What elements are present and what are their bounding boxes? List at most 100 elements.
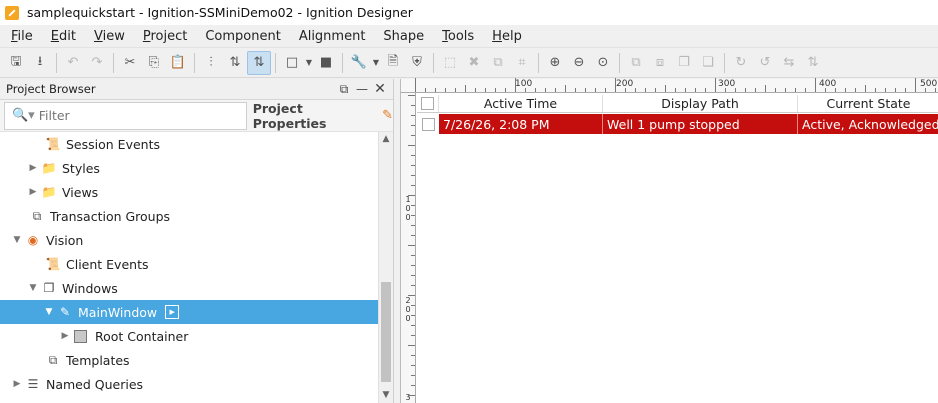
tree-item-label: Named Queries (46, 376, 144, 392)
menu-file[interactable]: File (2, 29, 42, 44)
menu-view-label: iew (102, 28, 125, 44)
document-icon[interactable]: 🗎 (381, 51, 405, 75)
row-checkbox[interactable] (421, 117, 435, 131)
chevron-down-icon[interactable]: ▼ (26, 283, 40, 293)
menu-component[interactable]: Component (196, 29, 289, 44)
filter-input[interactable] (38, 108, 239, 123)
ruler-tick (595, 88, 596, 92)
column-header[interactable]: Display Path (603, 95, 798, 112)
scroll-thumb[interactable] (381, 282, 391, 382)
ruler-tick (845, 88, 846, 92)
flip-vertical-icon[interactable]: ⇅ (223, 51, 247, 75)
zoom-out-icon[interactable]: ⊖ (567, 51, 591, 75)
flip-vertical-shape-icon[interactable]: ⇅ (801, 51, 825, 75)
send-to-back-icon[interactable]: ❏ (696, 51, 720, 75)
tree-item-vision[interactable]: ▼ ◉ Vision (0, 228, 378, 252)
menu-tools[interactable]: Tools (433, 29, 483, 44)
table-row[interactable]: 7/26/26, 2:08 PM Well 1 pump stopped Act… (417, 114, 938, 134)
ungroup-icon[interactable]: ⌗ (510, 51, 534, 75)
zoom-in-icon[interactable]: ⊕ (543, 51, 567, 75)
scroll-down-icon[interactable]: ▼ (379, 388, 393, 403)
rotate-back-icon[interactable]: ↺ (753, 51, 777, 75)
cut-icon[interactable]: ✂ (118, 51, 142, 75)
design-canvas[interactable]: 100 200 300 400 500 100 200 3 Active Tim… (400, 78, 938, 403)
chevron-right-icon[interactable]: ▶ (10, 379, 24, 389)
menu-project[interactable]: Project (134, 29, 197, 44)
rotate-icon[interactable]: ↻ (729, 51, 753, 75)
column-header[interactable]: Active Time (439, 95, 603, 112)
ruler-tick (575, 88, 576, 92)
column-header[interactable]: Current State (798, 95, 938, 112)
snap-icon[interactable]: ⫶ (199, 51, 223, 75)
left-ruler: 100 200 3 (401, 93, 416, 403)
ruler-tick (411, 225, 415, 226)
close-icon[interactable]: ✕ (371, 81, 389, 97)
chevron-down-icon[interactable]: ▼ (371, 58, 381, 67)
ruler-tick (411, 115, 415, 116)
chevron-right-icon[interactable]: ▶ (26, 187, 40, 197)
select-all-checkbox[interactable] (421, 97, 434, 110)
chevron-right-icon[interactable]: ▶ (26, 163, 40, 173)
minimize-panel-icon[interactable]: — (353, 82, 371, 96)
tree-item-named-queries[interactable]: ▶ ☰ Named Queries (0, 372, 378, 396)
folder-icon: 📁 (41, 185, 57, 199)
project-properties-button[interactable]: Project Properties ✎ (253, 101, 393, 131)
align-box-icon[interactable]: ⬚ (438, 51, 462, 75)
layout-mode-icon[interactable]: ⇅ (247, 50, 271, 75)
menu-bar: File Edit View Project Component Alignme… (0, 25, 938, 48)
ruler-tick (408, 195, 415, 196)
tree-item-views[interactable]: ▶ 📁 Views (0, 180, 378, 204)
ruler-tick (935, 88, 936, 92)
float-panel-icon[interactable]: ⧉ (335, 82, 353, 97)
chevron-down-icon[interactable]: ▼ (10, 235, 24, 245)
menu-edit[interactable]: Edit (42, 29, 85, 44)
save-icon[interactable]: 🖫 (4, 51, 28, 75)
shrink-icon[interactable]: ✖ (462, 51, 486, 75)
tree-scrollbar[interactable]: ▲ ▼ (378, 132, 393, 403)
tree-item-windows[interactable]: ▼ ❐ Windows (0, 276, 378, 300)
chevron-right-icon[interactable]: ▶ (58, 331, 72, 341)
ruler-label: 100 (515, 79, 533, 89)
undo-icon[interactable]: ↶ (61, 51, 85, 75)
row-checkbox-cell[interactable] (417, 114, 439, 134)
zoom-reset-icon[interactable]: ⊙ (591, 51, 615, 75)
tree-item-mainwindow[interactable]: ▼ ✎ MainWindow ▶ (0, 300, 378, 324)
alarm-status-table[interactable]: Active Time Display Path Current State 7… (417, 95, 938, 134)
selection-rectangle-icon[interactable]: □ (280, 51, 304, 75)
tree-item-label: Views (62, 184, 99, 200)
group-icon[interactable]: ⧉ (486, 51, 510, 75)
tree-item-root-container[interactable]: ▶ Root Container (0, 324, 378, 348)
bring-to-front-icon[interactable]: ❐ (672, 51, 696, 75)
tree-item-session-events[interactable]: 📜 Session Events (0, 132, 378, 156)
ruler-tick (895, 88, 896, 92)
display-path-cell: Well 1 pump stopped (603, 114, 798, 134)
ruler-tick (411, 335, 415, 336)
flip-horizontal-icon[interactable]: ⇆ (777, 51, 801, 75)
menu-shape[interactable]: Shape (374, 29, 433, 44)
tree-item-client-events[interactable]: 📜 Client Events (0, 252, 378, 276)
tree-item-templates[interactable]: ⧉ Templates (0, 348, 378, 372)
copy-icon[interactable]: ⎘ (142, 51, 166, 75)
bring-forward-icon[interactable]: ⧉ (624, 51, 648, 75)
tree-item-label: Styles (62, 160, 100, 176)
scroll-up-icon[interactable]: ▲ (379, 132, 393, 147)
menu-alignment[interactable]: Alignment (290, 29, 375, 44)
ruler-tick (411, 305, 415, 306)
save-all-icon[interactable]: ⭳ (28, 51, 52, 75)
paste-icon[interactable]: 📋 (166, 51, 190, 75)
tree-item-styles[interactable]: ▶ 📁 Styles (0, 156, 378, 180)
chevron-down-icon[interactable]: ▼ (42, 307, 56, 317)
select-all-column[interactable] (417, 95, 439, 112)
tree-item-transaction-groups[interactable]: ⧉ Transaction Groups (0, 204, 378, 228)
shield-icon[interactable]: ⛨ (405, 51, 429, 75)
stop-preview-icon[interactable]: ■ (314, 51, 338, 75)
redo-icon[interactable]: ↷ (85, 51, 109, 75)
chevron-down-icon[interactable]: ▼ (304, 58, 314, 67)
menu-view[interactable]: View (85, 29, 134, 44)
send-backward-icon[interactable]: ⧈ (648, 51, 672, 75)
ruler-tick (411, 355, 415, 356)
ruler-tick (411, 165, 415, 166)
menu-help[interactable]: Help (483, 29, 531, 44)
filter-box[interactable]: 🔍▾ (4, 101, 247, 130)
wrench-icon[interactable]: 🔧 (347, 51, 371, 75)
